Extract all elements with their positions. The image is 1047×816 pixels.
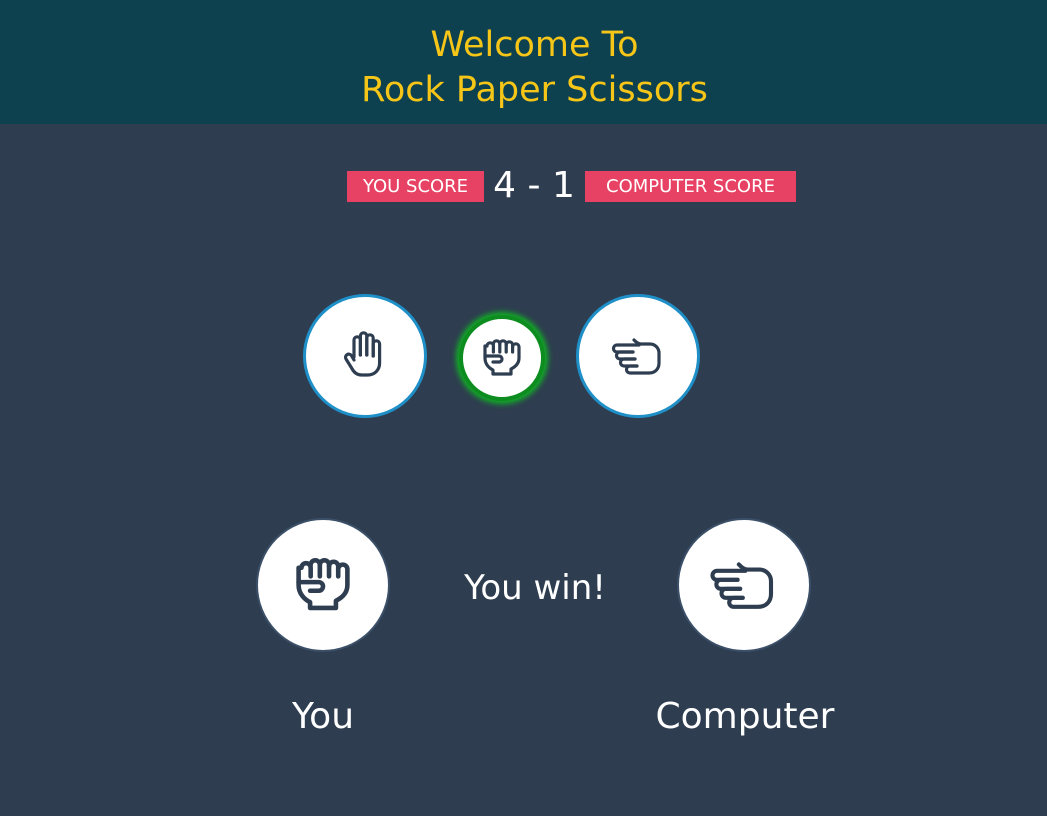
scissors-hand-icon xyxy=(611,335,665,377)
player-choice-display xyxy=(256,518,390,652)
open-hand-icon xyxy=(342,331,388,381)
scissors-hand-icon xyxy=(709,558,779,612)
fist-icon xyxy=(290,556,356,614)
result-message: You win! xyxy=(464,568,606,608)
page-title-line2: Rock Paper Scissors xyxy=(361,70,708,110)
rock-choice-button[interactable] xyxy=(459,315,545,401)
player-label: You xyxy=(291,696,355,737)
computer-choice-display xyxy=(677,518,811,652)
computer-label: Computer xyxy=(655,696,835,737)
paper-choice-button[interactable] xyxy=(303,294,427,418)
you-score-label: YOU SCORE xyxy=(347,171,484,202)
computer-score-label: COMPUTER SCORE xyxy=(585,171,796,202)
scissors-choice-button[interactable] xyxy=(576,294,700,418)
score-value: 4 - 1 xyxy=(493,165,575,206)
page-title-line1: Welcome To xyxy=(430,25,639,65)
fist-icon xyxy=(479,338,525,378)
header: Welcome To Rock Paper Scissors xyxy=(0,0,1047,124)
